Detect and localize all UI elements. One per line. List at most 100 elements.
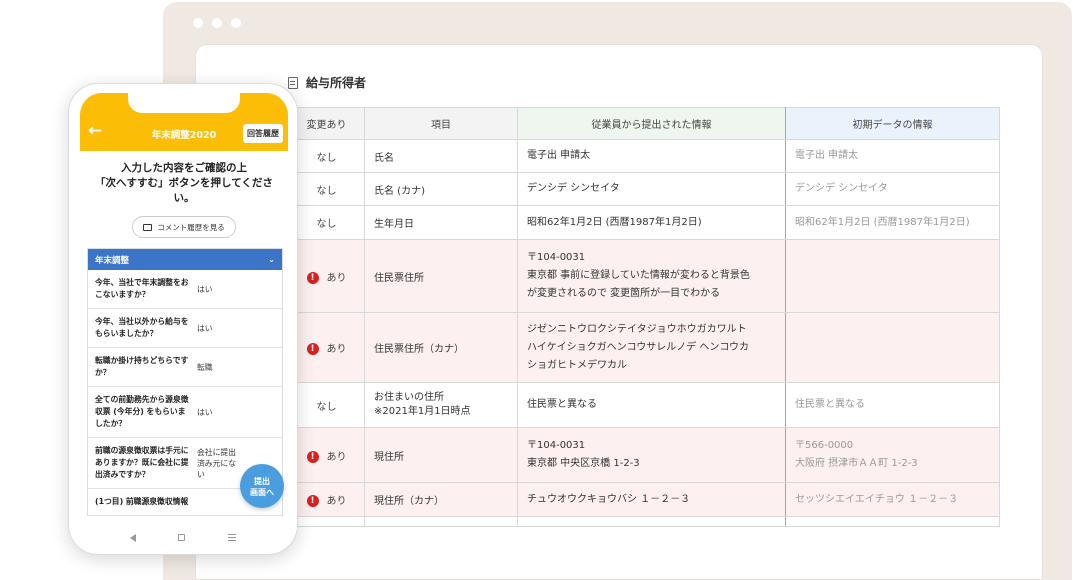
answer-history-button[interactable]: 回答履歴 [243,124,283,143]
cell-line: 東京都 事前に登録していた情報が変わると背景色 [527,270,750,281]
question: (1つ目) 前職源泉徴収情報 [95,497,189,506]
answer: はい [197,407,213,417]
change-cell: なし [288,205,365,240]
cell-line: 〒104-0031 [527,440,586,451]
window-dot [193,18,203,28]
cell-line: ハイケイショクガヘンコウサレルノデ ヘンコウカ [527,341,749,353]
change-label: あり [326,344,347,355]
table-row: なし お住まいの住所 ※2021年1月1日時点 住民票と異なる 住民票と異なる [288,382,1000,428]
comment-icon [143,223,153,231]
change-cell: ! あり [288,482,365,517]
list-item[interactable]: 今年、当社で年末調整をおこないますか？ はい [88,270,282,309]
cell-line: が変更されるので 変更箇所が一目でわかる [527,288,721,299]
header-change: 変更あり [288,107,365,140]
employee-cell: 住民票と異なる [517,382,786,428]
item-cell: 現住所（カナ） [364,482,518,517]
question: 今年、当社以外から給与をもらいましたか？ [95,317,189,338]
alert-icon: ! [306,271,319,284]
android-nav-bar [69,521,297,554]
section-heading: 給与所得者 [288,74,366,91]
item-cell: 氏名 (カナ) [364,172,518,206]
empty-cell [785,516,1000,527]
phone-notch [128,93,240,113]
question: 前職の源泉徴収票は手元にありますか？既に会社に提出済みですか？ [95,446,189,479]
window-dot [231,18,241,28]
cell-line: ※2021年1月1日時点 [374,406,471,417]
change-label: あり [326,496,347,507]
item-cell: 住民票住所（カナ） [364,312,518,383]
change-cell: ! あり [288,427,365,483]
list-item[interactable]: 全ての前勤務先から源泉徴収票 (今年分) をもらいましたか？ はい [88,387,282,438]
change-label: あり [326,272,347,284]
section-title: 給与所得者 [306,76,367,90]
section-toggle[interactable]: 年末調整 ⌄ [88,249,282,270]
chevron-down-icon: ⌄ [268,255,275,264]
cell-line: お住まいの住所 [374,392,444,403]
header-item: 項目 [364,107,518,140]
table-row [288,516,1000,527]
change-cell: なし [288,172,365,206]
document-icon [288,76,298,89]
employee-cell: 〒104-0031 東京都 事前に登録していた情報が変わると背景色 が変更される… [517,239,786,313]
table-row: なし 氏名 電子出 申請太 電子出 申請太 [288,139,1000,173]
list-item[interactable]: 転職か掛け持ちどちらですか？ 転職 [88,348,282,387]
table-row: なし 生年月日 昭和62年1月2日 (西暦1987年1月2日) 昭和62年1月2… [288,205,1000,240]
empty-cell [517,516,786,527]
change-cell: ! あり [288,312,365,383]
question: 転職か掛け持ちどちらですか？ [95,356,189,377]
phone-screen: ← 年末調整2020 回答履歴 入力した内容をご確認の上 「次へすすむ」ボタンを… [80,93,288,523]
cell-line: 〒104-0031 [527,252,586,263]
item-cell: お住まいの住所 ※2021年1月1日時点 [364,382,518,428]
initial-cell [785,312,1000,383]
question: 全ての前勤務先から源泉徴収票 (今年分) をもらいましたか？ [95,395,189,428]
initial-cell: 昭和62年1月2日 (西暦1987年1月2日) [785,205,1000,240]
message-line: い。 [173,192,195,204]
message-line: 入力した内容をご確認の上 [121,162,247,174]
table-row-changed: ! あり 現住所（カナ） チュウオウクキョウバシ １－２－３ セッツシエイエイチョ… [288,482,1000,517]
employee-cell: チュウオウクキョウバシ １－２－３ [517,482,786,517]
item-cell: 住民票住所 [364,239,518,313]
home-square-icon[interactable] [178,534,186,541]
window-dot [212,18,222,28]
submit-screen-button[interactable]: 提出 画面へ [240,464,284,508]
menu-icon[interactable] [227,534,236,541]
initial-cell: 電子出 申請太 [785,139,1000,173]
employee-cell: デンシデ シンセイタ [517,172,786,206]
smartphone-mockup: ← 年末調整2020 回答履歴 入力した内容をご確認の上 「次へすすむ」ボタンを… [68,83,298,555]
employee-cell: ジゼンニトウロクシテイタジョウホウガカワルト ハイケイショクガヘンコウサレルノデ… [517,312,786,383]
back-triangle-icon[interactable] [130,533,137,542]
alert-icon: ! [306,343,319,355]
message-line: 「次へすすむ」ボタンを押してくださ [95,177,273,189]
cell-line: 東京都 中央区京橋 1-2-3 [527,458,640,469]
item-cell: 氏名 [364,139,518,173]
cell-line: 大阪府 摂津市ＡＡ町 1-2-3 [795,458,918,469]
cell-line: ジゼンニトウロクシテイタジョウホウガカワルト [527,323,747,335]
table-row-changed: ! あり 住民票住所（カナ） ジゼンニトウロクシテイタジョウホウガカワルト ハイケ… [288,312,1000,383]
initial-cell [785,239,1000,313]
table-row-changed: ! あり 住民票住所 〒104-0031 東京都 事前に登録していた情報が変わると… [288,239,1000,313]
item-cell: 現住所 [364,427,518,483]
initial-cell: 〒566-0000 大阪府 摂津市ＡＡ町 1-2-3 [785,427,1000,483]
comparison-table: 変更あり 項目 従業員から提出された情報 初期データの情報 なし 氏名 電子出 … [288,107,1000,527]
initial-cell: 住民票と異なる [785,382,1000,428]
phone-header: ← 年末調整2020 回答履歴 [80,93,288,151]
question: 今年、当社で年末調整をおこないますか？ [95,278,189,299]
change-cell: なし [288,382,365,428]
empty-cell [364,516,518,527]
employee-cell: 電子出 申請太 [517,139,786,173]
change-label: あり [326,451,347,463]
fab-line: 画面へ [250,488,274,497]
header-employee: 従業員から提出された情報 [517,107,786,140]
table-row-changed: ! あり 現住所 〒104-0031 東京都 中央区京橋 1-2-3 〒566-0… [288,427,1000,483]
alert-icon: ! [306,450,319,463]
section-title: 年末調整 [95,255,130,266]
comment-history-button[interactable]: コメント履歴を見る [132,216,236,238]
employee-cell: 〒104-0031 東京都 中央区京橋 1-2-3 [517,427,786,483]
cell-line: ショガヒトメデワカル [527,359,627,371]
change-cell: ! あり [288,239,365,313]
initial-cell: デンシデ シンセイタ [785,172,1000,206]
list-item[interactable]: 今年、当社以外から給与をもらいましたか？ はい [88,309,282,348]
item-cell: 生年月日 [364,205,518,240]
table-header-row: 変更あり 項目 従業員から提出された情報 初期データの情報 [288,107,1000,140]
comment-button-label: コメント履歴を見る [157,222,225,232]
